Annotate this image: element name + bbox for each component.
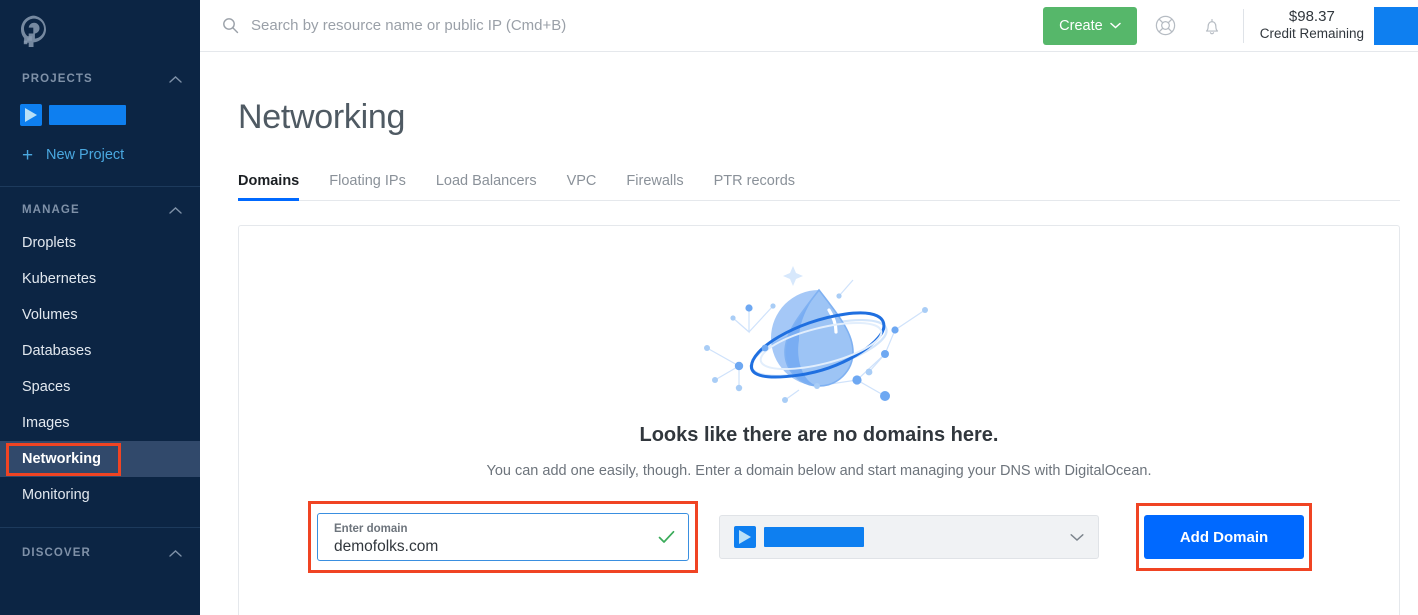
illustration-wrapper <box>239 226 1399 416</box>
credit-label: Credit Remaining <box>1259 26 1364 42</box>
sidebar-item-label: Images <box>22 415 70 431</box>
sidebar-item-label: Kubernetes <box>22 271 97 287</box>
chevron-up-icon[interactable] <box>169 206 182 215</box>
avatar[interactable] <box>1374 6 1418 45</box>
topbar: Create <box>200 0 1418 52</box>
tab-label: Firewalls <box>626 173 684 189</box>
project-select-value-redacted <box>764 527 864 547</box>
credit-info: $98.37 Credit Remaining <box>1260 8 1364 44</box>
chevron-down-icon <box>1109 22 1121 29</box>
empty-state-card: Looks like there are no domains here. Yo… <box>238 225 1400 615</box>
tab-label: PTR records <box>713 173 796 189</box>
add-domain-button-wrapper: Add Domain <box>1136 503 1312 571</box>
support-button[interactable] <box>1149 9 1183 43</box>
sidebar-project-item[interactable] <box>0 98 200 132</box>
new-project-label: New Project <box>46 147 125 163</box>
plus-icon: + <box>22 144 34 166</box>
sidebar: PROJECTS + New Project MANAGE Droplets K… <box>0 0 200 615</box>
tab-domains[interactable]: Domains <box>238 173 314 201</box>
sidebar-item-networking[interactable]: Networking <box>0 441 200 477</box>
project-icon <box>20 104 42 126</box>
sidebar-divider-2 <box>0 527 200 528</box>
create-button-label: Create <box>1059 17 1103 34</box>
tab-ptr-records[interactable]: PTR records <box>699 173 810 200</box>
lifebuoy-icon <box>1155 15 1176 36</box>
search-input[interactable] <box>251 10 1044 41</box>
project-name-redacted <box>49 105 126 125</box>
tab-load-balancers[interactable]: Load Balancers <box>421 173 552 200</box>
sidebar-item-label: Databases <box>22 343 92 359</box>
sidebar-item-volumes[interactable]: Volumes <box>0 297 200 333</box>
chevron-up-icon[interactable] <box>169 75 182 84</box>
search-icon <box>223 18 239 34</box>
main-area: Create <box>200 0 1418 615</box>
tab-label: Domains <box>238 173 300 189</box>
add-domain-button[interactable]: Add Domain <box>1144 515 1304 559</box>
domain-input-value: demofolks.com <box>334 537 439 555</box>
digitalocean-logo-icon <box>21 15 46 47</box>
domain-field-wrapper: Enter domain demofolks.com <box>308 501 698 573</box>
sidebar-item-label: Droplets <box>22 235 76 251</box>
sidebar-section-projects-title: PROJECTS <box>22 73 93 85</box>
tab-label: Floating IPs <box>329 173 406 189</box>
empty-state-title: Looks like there are no domains here. <box>639 424 999 446</box>
sidebar-section-discover-header[interactable]: DISCOVER <box>0 538 200 568</box>
bell-icon <box>1205 18 1218 34</box>
sidebar-section-discover-title: DISCOVER <box>22 547 91 559</box>
sidebar-item-kubernetes[interactable]: Kubernetes <box>0 261 200 297</box>
new-project-button[interactable]: + New Project <box>0 138 200 172</box>
sidebar-item-label: Volumes <box>22 307 78 323</box>
create-button[interactable]: Create <box>1043 6 1137 45</box>
sidebar-divider-1 <box>0 186 200 187</box>
empty-state-subtitle: You can add one easily, though. Enter a … <box>486 463 1152 479</box>
sidebar-item-images[interactable]: Images <box>0 405 200 441</box>
sidebar-item-label: Spaces <box>22 379 71 395</box>
page-title: Networking <box>238 98 406 136</box>
project-select-wrapper <box>719 515 1099 559</box>
domain-input[interactable]: Enter domain demofolks.com <box>317 513 689 561</box>
chevron-down-icon[interactable] <box>1070 533 1084 542</box>
domain-input-label: Enter domain <box>334 522 408 535</box>
checkmark-icon <box>658 530 675 543</box>
tab-floating-ips[interactable]: Floating IPs <box>314 173 421 200</box>
credit-amount: $98.37 <box>1288 7 1335 25</box>
sidebar-section-manage-header[interactable]: MANAGE <box>0 195 200 225</box>
chevron-up-icon[interactable] <box>169 549 182 558</box>
sidebar-section-projects-header[interactable]: PROJECTS <box>0 64 200 94</box>
project-select[interactable] <box>719 515 1099 559</box>
notifications-button[interactable] <box>1195 9 1229 43</box>
project-icon <box>734 526 756 548</box>
tab-vpc[interactable]: VPC <box>552 173 612 200</box>
sidebar-item-droplets[interactable]: Droplets <box>0 225 200 261</box>
sidebar-section-manage-title: MANAGE <box>22 204 80 216</box>
tab-bar: Domains Floating IPs Load Balancers VPC … <box>238 173 1400 201</box>
tab-firewalls[interactable]: Firewalls <box>611 173 698 200</box>
topbar-right: Create $98.37 Credit Remaining <box>1043 0 1418 52</box>
tab-label: Load Balancers <box>435 173 537 189</box>
app-root: PROJECTS + New Project MANAGE Droplets K… <box>0 0 1418 615</box>
add-domain-form: Enter domain demofolks.com Add Domain <box>239 501 1399 573</box>
topbar-divider <box>1242 8 1244 43</box>
sidebar-item-label: Networking <box>22 451 101 467</box>
sidebar-item-monitoring[interactable]: Monitoring <box>0 477 200 513</box>
tab-label: VPC <box>566 173 597 189</box>
sidebar-item-databases[interactable]: Databases <box>0 333 200 369</box>
sidebar-item-spaces[interactable]: Spaces <box>0 369 200 405</box>
logo-wrapper[interactable] <box>0 0 200 56</box>
sidebar-item-label: Monitoring <box>22 487 90 503</box>
page-content: Networking Domains Floating IPs Load Bal… <box>200 52 1418 615</box>
droplet-network-illustration-icon <box>704 266 928 403</box>
